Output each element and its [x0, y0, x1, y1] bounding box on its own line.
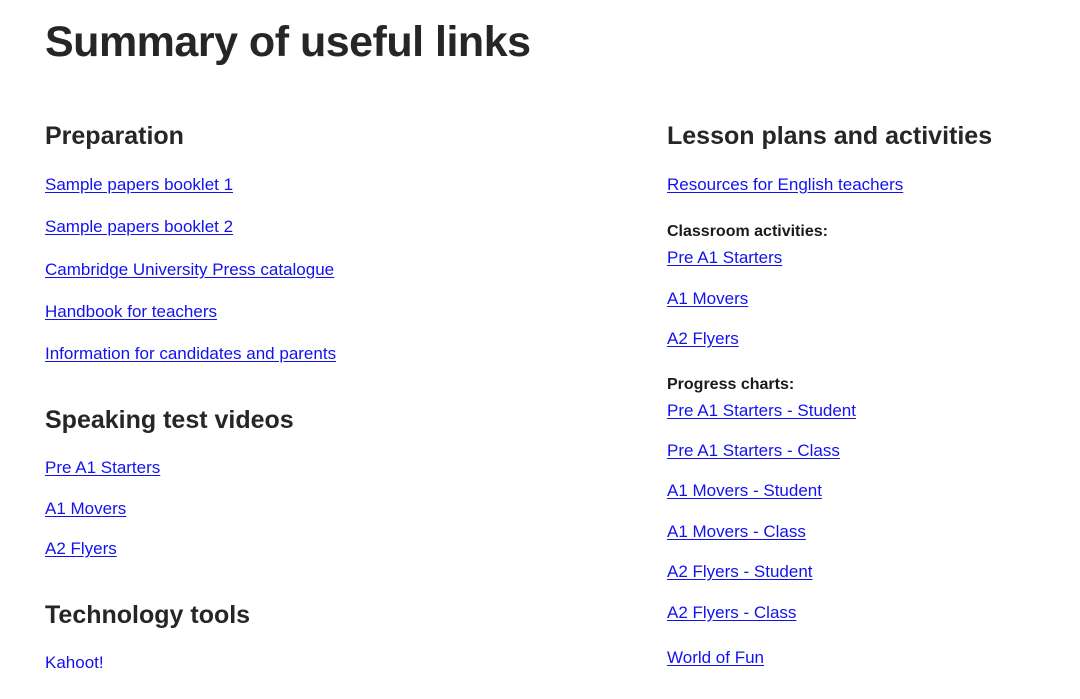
link-world-of-fun[interactable]: World of Fun — [667, 648, 764, 667]
group-progress-charts: Progress charts: Pre A1 Starters - Stude… — [667, 375, 1067, 624]
list-item: A2 Flyers — [667, 329, 1067, 349]
link-progress-a2-flyers-class[interactable]: A2 Flyers - Class — [667, 603, 796, 622]
section-heading-speaking-test-videos: Speaking test videos — [45, 405, 294, 434]
list-item: World of Fun — [667, 648, 1067, 668]
section-speaking-test-videos: Speaking test videos Pre A1 Starters A1 … — [45, 406, 645, 560]
list-item: A2 Flyers - Class — [667, 603, 1067, 623]
link-cambridge-university-press-catalogue[interactable]: Cambridge University Press catalogue — [45, 260, 334, 279]
link-speaking-a2-flyers[interactable]: A2 Flyers — [45, 539, 117, 558]
list-item: Kahoot! — [45, 653, 645, 673]
sub-label-classroom-activities: Classroom activities: — [667, 223, 828, 241]
section-preparation: Preparation Sample papers booklet 1 Samp… — [45, 122, 645, 365]
link-resources-for-english-teachers[interactable]: Resources for English teachers — [667, 175, 903, 194]
extra-link-list: World of Fun — [667, 648, 1067, 668]
list-item: Pre A1 Starters - Student — [667, 401, 1067, 421]
list-item: Pre A1 Starters - Class — [667, 441, 1067, 461]
list-item: Resources for English teachers — [667, 175, 1067, 195]
link-kahoot[interactable]: Kahoot! — [45, 653, 104, 672]
link-information-for-candidates-and-parents[interactable]: Information for candidates and parents — [45, 344, 336, 363]
lesson-plans-intro-link-list: Resources for English teachers — [667, 175, 1067, 195]
section-heading-preparation: Preparation — [45, 122, 184, 150]
link-sample-papers-booklet-2[interactable]: Sample papers booklet 2 — [45, 217, 233, 236]
list-item: A1 Movers - Student — [667, 481, 1067, 501]
list-item: A2 Flyers — [45, 539, 645, 559]
link-speaking-pre-a1-starters[interactable]: Pre A1 Starters — [45, 458, 160, 477]
progress-charts-link-list: Pre A1 Starters - Student Pre A1 Starter… — [667, 401, 1067, 623]
link-classroom-a1-movers[interactable]: A1 Movers — [667, 289, 748, 308]
section-technology-tools: Technology tools Kahoot! — [45, 601, 645, 674]
list-item: Cambridge University Press catalogue — [45, 260, 645, 280]
link-progress-a1-movers-student[interactable]: A1 Movers - Student — [667, 481, 822, 500]
speaking-test-videos-link-list: Pre A1 Starters A1 Movers A2 Flyers — [45, 458, 645, 559]
list-item: Sample papers booklet 2 — [45, 217, 645, 237]
sub-label-progress-charts: Progress charts: — [667, 375, 795, 393]
list-item: A1 Movers - Class — [667, 522, 1067, 542]
left-column: Preparation Sample papers booklet 1 Samp… — [45, 122, 645, 674]
group-classroom-activities: Classroom activities: Pre A1 Starters A1… — [667, 222, 1067, 349]
section-heading-lesson-plans-and-activities: Lesson plans and activities — [667, 122, 993, 150]
link-progress-pre-a1-starters-student[interactable]: Pre A1 Starters - Student — [667, 401, 856, 420]
list-item: Pre A1 Starters — [667, 248, 1067, 268]
section-lesson-plans-and-activities: Lesson plans and activities Resources fo… — [667, 122, 1067, 668]
list-item: Handbook for teachers — [45, 302, 645, 322]
right-column: Lesson plans and activities Resources fo… — [667, 122, 1067, 668]
link-sample-papers-booklet-1[interactable]: Sample papers booklet 1 — [45, 175, 233, 194]
list-item: Pre A1 Starters — [45, 458, 645, 478]
group-extra-links: World of Fun — [667, 648, 1067, 668]
classroom-activities-link-list: Pre A1 Starters A1 Movers A2 Flyers — [667, 248, 1067, 349]
list-item: A2 Flyers - Student — [667, 562, 1067, 582]
link-classroom-pre-a1-starters[interactable]: Pre A1 Starters — [667, 248, 782, 267]
link-progress-pre-a1-starters-class[interactable]: Pre A1 Starters - Class — [667, 441, 840, 460]
page-title: Summary of useful links — [45, 18, 531, 66]
list-item: A1 Movers — [667, 289, 1067, 309]
preparation-link-list: Sample papers booklet 1 Sample papers bo… — [45, 175, 645, 365]
document-page: Summary of useful links Preparation Samp… — [0, 0, 1080, 699]
link-handbook-for-teachers[interactable]: Handbook for teachers — [45, 302, 217, 321]
section-heading-technology-tools: Technology tools — [45, 600, 251, 629]
link-classroom-a2-flyers[interactable]: A2 Flyers — [667, 329, 739, 348]
list-item: Information for candidates and parents — [45, 344, 645, 364]
technology-tools-link-list: Kahoot! — [45, 653, 645, 673]
list-item: Sample papers booklet 1 — [45, 175, 645, 195]
link-speaking-a1-movers[interactable]: A1 Movers — [45, 499, 126, 518]
list-item: A1 Movers — [45, 499, 645, 519]
link-progress-a2-flyers-student[interactable]: A2 Flyers - Student — [667, 562, 813, 581]
link-progress-a1-movers-class[interactable]: A1 Movers - Class — [667, 522, 806, 541]
